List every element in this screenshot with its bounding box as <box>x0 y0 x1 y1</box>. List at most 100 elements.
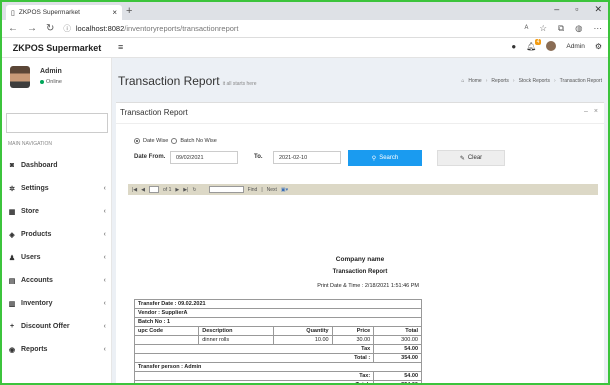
online-dot-icon <box>40 80 44 84</box>
clear-button[interactable]: ✎ Clear <box>437 150 505 166</box>
search-button-label: Search <box>379 155 399 161</box>
table-cell: 10.00 <box>272 335 333 345</box>
last-page-icon[interactable]: ▶| <box>183 187 188 193</box>
browser-window: ▯ ZKPOS Supermarket × + – ▫ ✕ ← → ↻ ⓘ lo… <box>0 0 610 385</box>
chevron-left-icon: ‹ <box>103 185 106 192</box>
column-header: upc Code <box>133 326 200 336</box>
sidebar-item-inventory[interactable]: ▥ Inventory ‹ <box>2 292 112 315</box>
new-tab-icon[interactable]: + <box>126 5 132 17</box>
radio-date-wise[interactable] <box>134 138 140 144</box>
column-header: Quantity <box>272 326 333 336</box>
date-from-input[interactable]: 09/02/2021 <box>170 151 238 164</box>
tax-value: 54.00 <box>373 371 422 381</box>
search-button[interactable]: ⚲ Search <box>348 150 422 166</box>
info-icon[interactable]: ⓘ <box>63 23 71 34</box>
prev-page-icon[interactable]: ◀ <box>141 187 145 193</box>
sidebar-item-label: Users <box>21 254 41 261</box>
column-header: Price <box>331 326 375 336</box>
breadcrumb-stock-reports[interactable]: Stock Reports <box>519 78 550 84</box>
sidebar-item-label: Reports <box>21 346 48 353</box>
date-to-input[interactable]: 2021-02-10 <box>273 151 341 164</box>
maximize-icon[interactable]: ▫ <box>575 4 578 15</box>
header-avatar[interactable] <box>546 41 557 51</box>
more-icon[interactable]: ⋯ <box>594 23 603 34</box>
breadcrumb-current: Transaction Report <box>559 78 602 84</box>
sidebar-search-input[interactable] <box>6 113 108 133</box>
chevron-left-icon: ‹ <box>103 346 106 353</box>
app-header: ZKPOS Supermarket ≡ ● 🔔︎ 4 Admin ⚙︎ <box>2 38 608 58</box>
hamburger-icon[interactable]: ≡ <box>118 42 123 52</box>
filter-mode: Date Wise Batch No Wise <box>134 138 217 144</box>
avatar <box>10 66 30 88</box>
table-row: Tax: 54.00 <box>133 371 422 381</box>
sidebar-item-settings[interactable]: ✲ Settings ‹ <box>2 177 112 200</box>
forward-icon[interactable]: → <box>27 23 37 34</box>
info-circle-icon[interactable]: ● <box>511 42 516 51</box>
page-number-input[interactable] <box>149 186 160 193</box>
sidebar-item-reports[interactable]: ◉ Reports ‹ <box>2 338 112 361</box>
find-link[interactable]: Find <box>248 187 258 193</box>
total-label: Total: <box>133 380 375 383</box>
collections-icon[interactable]: ⧉ <box>558 23 564 34</box>
export-icon[interactable]: ▣▾ <box>281 187 288 193</box>
page-subtitle: it all starts here <box>222 81 257 87</box>
sidebar-item-dashboard[interactable]: ◙ Dashboard <box>2 154 112 177</box>
refresh-icon[interactable]: ↻ <box>192 187 196 193</box>
header-user-name[interactable]: Admin <box>566 43 584 50</box>
table-row: Transfer person : Admin <box>134 362 422 372</box>
browser-tab[interactable]: ▯ ZKPOS Supermarket × <box>6 5 122 20</box>
breadcrumb-home[interactable]: Home <box>468 78 481 84</box>
dashboard-icon: ◙ <box>9 162 15 169</box>
report-document: Company name Transaction Report Print Da… <box>116 199 604 383</box>
breadcrumb-reports[interactable]: Reports <box>491 78 509 84</box>
first-page-icon[interactable]: |◀ <box>132 187 137 193</box>
app-logo[interactable]: ZKPOS Supermarket <box>2 38 112 58</box>
read-aloud-icon[interactable]: ᴬ <box>525 23 529 34</box>
report-box: Transaction Report – × Date Wise Batch N… <box>116 102 604 383</box>
sidebar-item-store[interactable]: ▦ Store ‹ <box>2 200 112 223</box>
accounts-icon: ▤ <box>8 277 16 285</box>
collapse-icon[interactable]: – <box>584 108 588 115</box>
main-navigation-header: MAIN NAVIGATION <box>8 141 52 147</box>
breadcrumb: ⌂ Home › Reports › Stock Reports › Trans… <box>461 78 602 84</box>
chevron-left-icon: ‹ <box>103 277 106 284</box>
sidebar-item-products[interactable]: ◈ Products ‹ <box>2 223 112 246</box>
box-title: Transaction Report <box>120 108 188 117</box>
products-icon: ◈ <box>9 231 15 239</box>
table-row: upc Code Description Quantity Price Total <box>133 326 422 336</box>
sidebar-item-label: Products <box>21 231 52 238</box>
user-name: Admin <box>40 68 62 75</box>
sidebar-item-label: Inventory <box>21 300 53 307</box>
window-close-icon[interactable]: ✕ <box>594 4 602 15</box>
url-field[interactable]: ⓘ localhost:8082/inventoryreports/transa… <box>63 23 515 34</box>
tab-close-icon[interactable]: × <box>112 8 117 17</box>
table-row: dinner rolls 10.00 30.00 300.00 <box>133 335 422 345</box>
back-icon[interactable]: ← <box>8 23 18 34</box>
minimize-icon[interactable]: – <box>554 4 559 15</box>
find-input[interactable] <box>208 186 244 193</box>
sidebar-item-discount-offer[interactable]: + Discount Offer ‹ <box>2 315 112 338</box>
table-row: Tax 54.00 <box>133 344 422 354</box>
tab-title: ZKPOS Supermarket <box>18 9 80 16</box>
sidebar-item-accounts[interactable]: ▤ Accounts ‹ <box>2 269 112 292</box>
profile-icon[interactable]: ◍ <box>575 23 582 34</box>
sidebar: Admin Online MAIN NAVIGATION ◙ Dashboard ✲… <box>2 58 112 383</box>
sidebar-item-users[interactable]: ♟ Users ‹ <box>2 246 112 269</box>
table-cell: 300.00 <box>373 335 422 345</box>
reload-icon[interactable]: ↻ <box>46 23 54 34</box>
users-icon: ♟ <box>8 254 16 262</box>
date-to-label: To. <box>254 154 263 160</box>
settings-gear-icon[interactable]: ⚙︎ <box>595 42 602 51</box>
next-link[interactable]: Next <box>267 187 277 193</box>
print-datetime: Print Date & Time : 2/18/2021 1:51:46 PM <box>317 283 419 289</box>
remove-icon[interactable]: × <box>594 108 598 115</box>
table-row: Batch No : 1 <box>134 317 422 327</box>
report-table: Transfer Date : 09.02.2021 Vendor : Suppl… <box>133 299 422 383</box>
radio-batch-wise[interactable] <box>171 138 178 144</box>
table-row: Vendor : SupplierA <box>134 308 422 318</box>
notifications-bell-icon[interactable]: 🔔︎ 4 <box>526 38 542 51</box>
favorite-star-icon[interactable]: ☆ <box>539 23 547 34</box>
clear-button-label: Clear <box>467 155 483 161</box>
next-page-icon[interactable]: ▶ <box>175 187 179 193</box>
sidebar-item-label: Dashboard <box>21 162 58 169</box>
